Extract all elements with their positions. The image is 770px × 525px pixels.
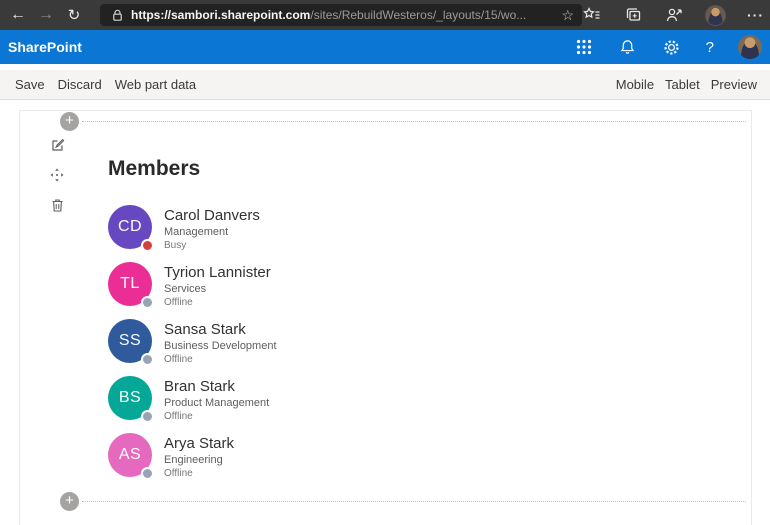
person-status: Offline xyxy=(164,354,193,365)
add-section-button-bottom[interactable]: + xyxy=(60,492,79,511)
favorites-bar-icon[interactable] xyxy=(582,5,602,25)
person-name: Arya Stark xyxy=(164,435,235,452)
forward-icon[interactable]: → xyxy=(32,6,60,24)
person-department: Management xyxy=(164,226,229,238)
refresh-icon[interactable]: ↻ xyxy=(60,6,88,24)
back-icon[interactable]: ← xyxy=(4,6,32,24)
person-status: Offline xyxy=(164,468,193,479)
presence-offline-icon xyxy=(141,296,154,309)
url-path: /sites/RebuildWesteros/_layouts/15/wo... xyxy=(310,8,527,22)
command-bar: Save Discard Web part data Mobile Tablet… xyxy=(0,70,770,100)
people-webpart: CD Carol Danvers Management Busy TL Tyri… xyxy=(108,205,277,490)
webpart-title: Members xyxy=(108,157,201,180)
person-card[interactable]: TL Tyrion Lannister Services Offline xyxy=(108,262,277,309)
preview-button[interactable]: Preview xyxy=(711,77,757,92)
web-part-data-button[interactable]: Web part data xyxy=(115,77,196,92)
sharepoint-brand[interactable]: SharePoint xyxy=(8,39,82,55)
discard-button[interactable]: Discard xyxy=(58,77,102,92)
tablet-button[interactable]: Tablet xyxy=(665,77,700,92)
browser-more-icon[interactable]: ··· xyxy=(747,7,764,23)
person-name: Bran Stark xyxy=(164,378,235,395)
browser-chrome: ← → ↻ https://sambori.sharepoint.com /si… xyxy=(0,0,770,30)
section-divider-top xyxy=(82,121,746,122)
save-button[interactable]: Save xyxy=(15,77,45,92)
person-department: Engineering xyxy=(164,454,223,466)
avatar-initials: TL xyxy=(120,275,140,292)
delete-webpart-icon[interactable] xyxy=(49,197,65,213)
person-name: Sansa Stark xyxy=(164,321,246,338)
person-avatar: TL xyxy=(108,262,154,309)
lock-icon xyxy=(112,9,123,22)
share-person-icon[interactable] xyxy=(664,5,684,25)
url-domain: https://sambori.sharepoint.com xyxy=(131,8,311,22)
browser-profile-avatar[interactable] xyxy=(705,4,726,26)
person-department: Services xyxy=(164,283,207,295)
help-icon[interactable]: ? xyxy=(706,39,714,56)
person-department: Product Management xyxy=(164,397,270,409)
screen: ← → ↻ https://sambori.sharepoint.com /si… xyxy=(0,0,770,525)
presence-busy-icon xyxy=(141,239,154,252)
person-department: Business Development xyxy=(164,340,277,352)
suite-bar-actions: ? xyxy=(574,35,762,59)
person-card[interactable]: SS Sansa Stark Business Development Offl… xyxy=(108,319,277,366)
avatar-initials: CD xyxy=(117,218,143,235)
presence-offline-icon xyxy=(141,353,154,366)
presence-offline-icon xyxy=(141,467,154,480)
person-card[interactable]: CD Carol Danvers Management Busy xyxy=(108,205,277,252)
person-status: Busy xyxy=(164,240,187,251)
person-avatar: CD xyxy=(108,205,154,252)
person-status: Offline xyxy=(164,297,193,308)
suite-bar: SharePoint ? xyxy=(0,30,770,64)
settings-gear-icon[interactable] xyxy=(662,37,682,57)
avatar-initials: BS xyxy=(118,389,142,406)
person-name: Carol Danvers xyxy=(164,207,260,224)
mobile-button[interactable]: Mobile xyxy=(616,77,654,92)
edit-webpart-icon[interactable] xyxy=(49,137,65,153)
person-avatar: SS xyxy=(108,319,154,366)
webpart-toolbar xyxy=(49,137,65,213)
person-card[interactable]: AS Arya Stark Engineering Offline xyxy=(108,433,277,480)
app-launcher-waffle-icon[interactable] xyxy=(574,37,594,57)
person-avatar: BS xyxy=(108,376,154,423)
avatar-initials: AS xyxy=(118,446,142,463)
page-canvas: + Members CD Carol Danvers Management Bu… xyxy=(19,110,752,525)
move-webpart-icon[interactable] xyxy=(49,167,65,183)
section-divider-bottom xyxy=(82,501,746,502)
person-avatar: AS xyxy=(108,433,154,480)
address-bar[interactable]: https://sambori.sharepoint.com /sites/Re… xyxy=(100,4,582,26)
account-avatar[interactable] xyxy=(738,35,762,59)
avatar-initials: SS xyxy=(118,332,142,349)
browser-toolbar: ··· xyxy=(582,4,764,26)
person-status: Offline xyxy=(164,411,193,422)
command-bar-left: Save Discard Web part data xyxy=(15,77,196,92)
add-section-button-top[interactable]: + xyxy=(60,112,79,131)
command-bar-right: Mobile Tablet Preview xyxy=(616,77,757,92)
presence-offline-icon xyxy=(141,410,154,423)
collections-icon[interactable] xyxy=(623,5,643,25)
person-name: Tyrion Lannister xyxy=(164,264,271,281)
person-card[interactable]: BS Bran Stark Product Management Offline xyxy=(108,376,277,423)
favorite-star-icon[interactable]: ☆ xyxy=(561,8,574,22)
notifications-bell-icon[interactable] xyxy=(618,37,638,57)
